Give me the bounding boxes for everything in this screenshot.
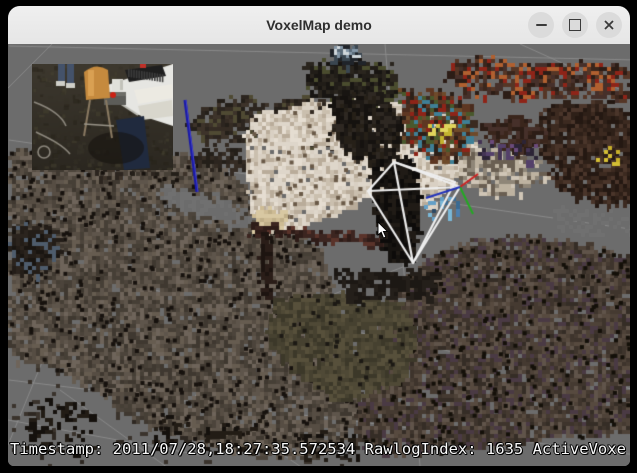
3d-viewport: Timestamp: 2011/07/28,18:27:35.572534 Ra…: [8, 44, 630, 466]
window-controls: [528, 12, 622, 38]
screenshot-canvas: VoxelMap demo: [0, 0, 637, 473]
close-icon: [603, 19, 615, 31]
window-titlebar[interactable]: VoxelMap demo: [8, 6, 630, 44]
maximize-icon: [569, 19, 581, 31]
window-title: VoxelMap demo: [266, 17, 372, 33]
maximize-button[interactable]: [562, 12, 588, 38]
voxelmap-demo-window: VoxelMap demo: [8, 6, 630, 466]
minimize-button[interactable]: [528, 12, 554, 38]
close-button[interactable]: [596, 12, 622, 38]
camera-feed-inset: [32, 64, 173, 170]
camera-feed-image: [32, 64, 173, 170]
status-bar-text: Timestamp: 2011/07/28,18:27:35.572534 Ra…: [10, 441, 626, 458]
minimize-icon: [536, 24, 547, 26]
